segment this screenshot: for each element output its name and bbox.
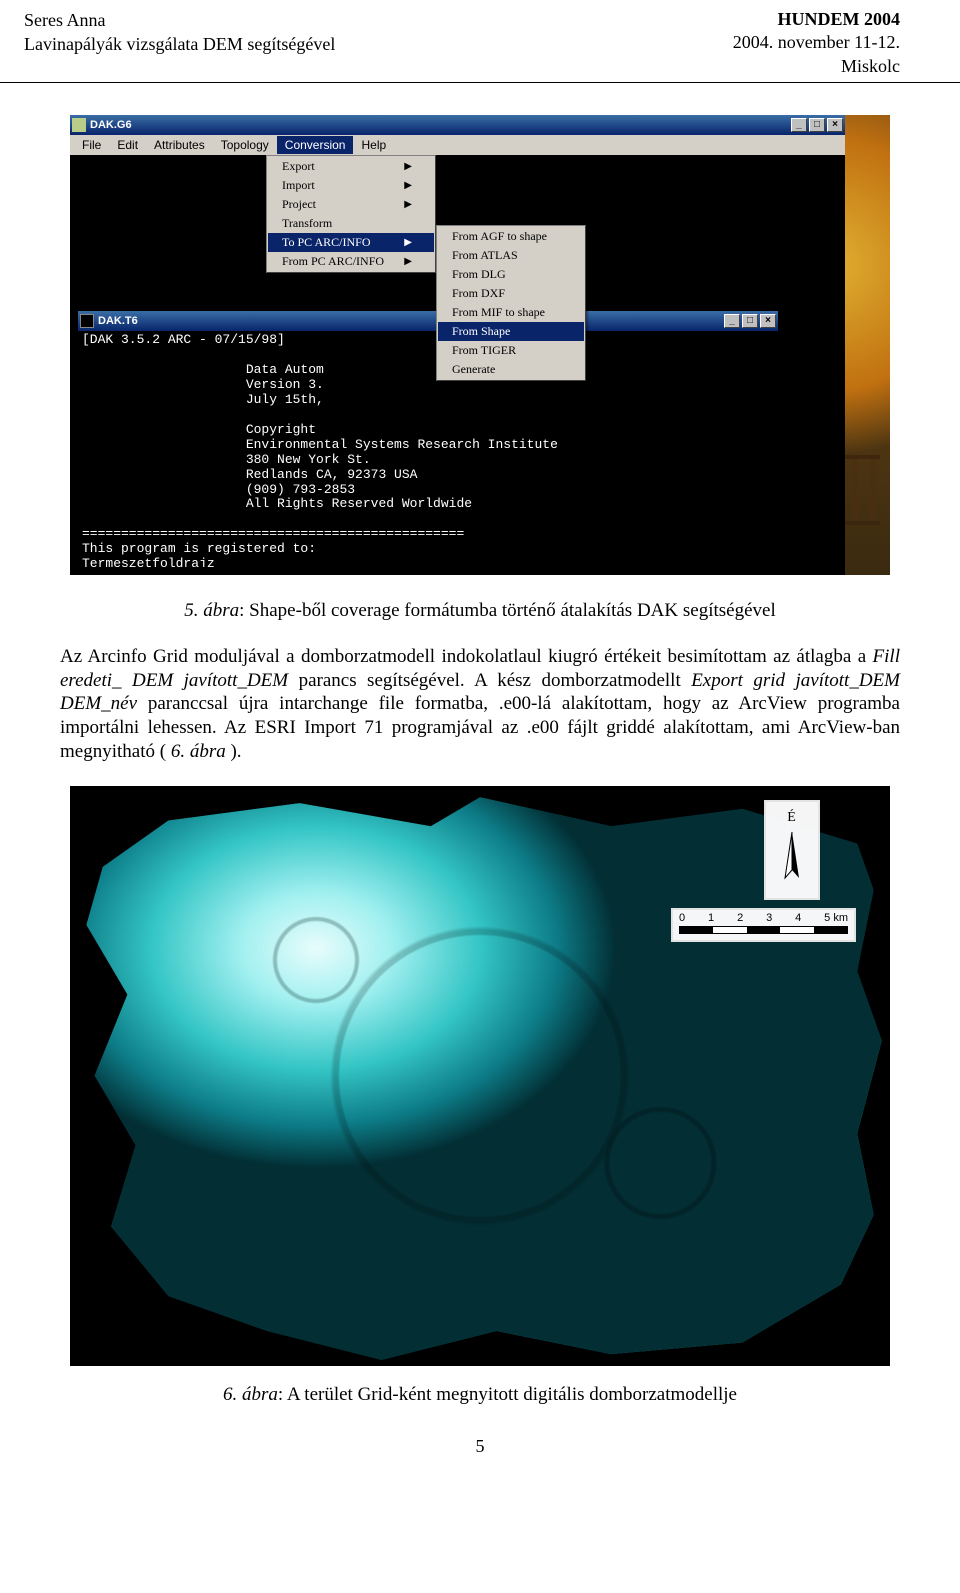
menu-item-export[interactable]: Export▶: [268, 157, 434, 176]
titlebar-inner[interactable]: DAK.T6 _ □ ×: [78, 311, 778, 331]
menu-item-transform[interactable]: Transform: [268, 214, 434, 233]
fig5-label: 5. ábra: [184, 600, 239, 621]
console-icon: [80, 314, 94, 328]
menu-edit[interactable]: Edit: [109, 136, 146, 154]
submenu-item-from-atlas[interactable]: From ATLAS: [438, 246, 584, 265]
scale-bar-graphic: [679, 926, 848, 934]
submenu-item-from-shape[interactable]: From Shape: [438, 322, 584, 341]
author-name: Seres Anna: [24, 8, 335, 32]
menu-attributes[interactable]: Attributes: [146, 136, 213, 154]
menu-item-import[interactable]: Import▶: [268, 176, 434, 195]
window-title-inner: DAK.T6: [98, 315, 138, 327]
tick: 1: [708, 912, 714, 924]
scale-bar: 0 1 2 3 4 5 km: [671, 908, 856, 942]
tick: 2: [737, 912, 743, 924]
tick: 4: [795, 912, 801, 924]
menu-file[interactable]: File: [74, 136, 109, 154]
submenu-item-generate[interactable]: Generate: [438, 360, 584, 379]
menu-item-to-pc-arc-info[interactable]: To PC ARC/INFO▶: [268, 233, 434, 252]
submenu-item-from-mif-to-shape[interactable]: From MIF to shape: [438, 303, 584, 322]
window-title-outer: DAK.G6: [90, 119, 132, 131]
conf-city: Miskolc: [733, 55, 900, 78]
figure-5-caption: 5. ábra: Shape-ből coverage formátumba t…: [60, 599, 900, 623]
dropdown-conversion[interactable]: Export▶Import▶Project▶TransformTo PC ARC…: [266, 155, 436, 273]
fig5-text: : Shape-ből coverage formátumba történő …: [239, 600, 776, 621]
figure-5-screenshot: DAK.G6 _ □ × File Edit Attributes Topolo…: [70, 115, 890, 575]
titlebar-outer[interactable]: DAK.G6 _ □ ×: [70, 115, 845, 135]
fig6-ref: 6. ábra: [171, 741, 226, 762]
tick: 3: [766, 912, 772, 924]
window-dak-t6: DAK.T6 _ □ × [DAK 3.5.2 ARC - 07/15/98] …: [78, 311, 778, 567]
body-paragraph: Az Arcinfo Grid moduljával a domborzatmo…: [60, 645, 900, 764]
minimize-button[interactable]: _: [724, 314, 740, 328]
menu-conversion[interactable]: Conversion: [277, 136, 354, 154]
page-header: Seres Anna Lavinapályák vizsgálata DEM s…: [0, 0, 960, 83]
minimize-button[interactable]: _: [791, 118, 807, 132]
menubar[interactable]: File Edit Attributes Topology Conversion…: [70, 135, 845, 155]
close-button[interactable]: ×: [827, 118, 843, 132]
doc-subtitle: Lavinapályák vizsgálata DEM segítségével: [24, 32, 335, 56]
submenu-item-from-dlg[interactable]: From DLG: [438, 265, 584, 284]
header-left: Seres Anna Lavinapályák vizsgálata DEM s…: [24, 8, 335, 57]
para-text: Az Arcinfo Grid moduljával a domborzatmo…: [60, 646, 873, 667]
header-right: HUNDEM 2004 2004. november 11-12. Miskol…: [733, 8, 900, 78]
fig6-text: : A terület Grid-ként megnyitott digitál…: [278, 1384, 737, 1405]
submenu-item-from-tiger[interactable]: From TIGER: [438, 341, 584, 360]
menu-topology[interactable]: Topology: [213, 136, 277, 154]
conf-date: 2004. november 11-12.: [733, 31, 900, 54]
maximize-button[interactable]: □: [809, 118, 825, 132]
close-button[interactable]: ×: [760, 314, 776, 328]
menu-item-project[interactable]: Project▶: [268, 195, 434, 214]
fig6-label: 6. ábra: [223, 1384, 278, 1405]
console-output: [DAK 3.5.2 ARC - 07/15/98] Data Autom Ve…: [78, 331, 778, 567]
north-arrow-box: É: [764, 800, 820, 900]
conf-name: HUNDEM 2004: [733, 8, 900, 31]
figure-6-dem-map: É 0 1 2 3 4 5 km: [70, 786, 890, 1366]
north-label: É: [787, 810, 797, 826]
page-number: 5: [0, 1436, 960, 1477]
figure-6-caption: 6. ábra: A terület Grid-ként megnyitott …: [60, 1384, 900, 1406]
para-text: ).: [230, 741, 241, 762]
north-arrow-icon: [777, 830, 807, 890]
tick: 0: [679, 912, 685, 924]
submenu-item-from-dxf[interactable]: From DXF: [438, 284, 584, 303]
menu-item-from-pc-arc-info[interactable]: From PC ARC/INFO▶: [268, 252, 434, 271]
dropdown-to-pc-arcinfo[interactable]: From AGF to shapeFrom ATLASFrom DLGFrom …: [436, 225, 586, 381]
maximize-button[interactable]: □: [742, 314, 758, 328]
scale-ticks: 0 1 2 3 4 5 km: [679, 912, 848, 926]
menu-help[interactable]: Help: [353, 136, 394, 154]
para-text: parancs segítségével. A kész domborzatmo…: [299, 670, 692, 691]
tick: 5 km: [824, 912, 848, 924]
app-icon: [72, 118, 86, 132]
submenu-item-from-agf-to-shape[interactable]: From AGF to shape: [438, 227, 584, 246]
